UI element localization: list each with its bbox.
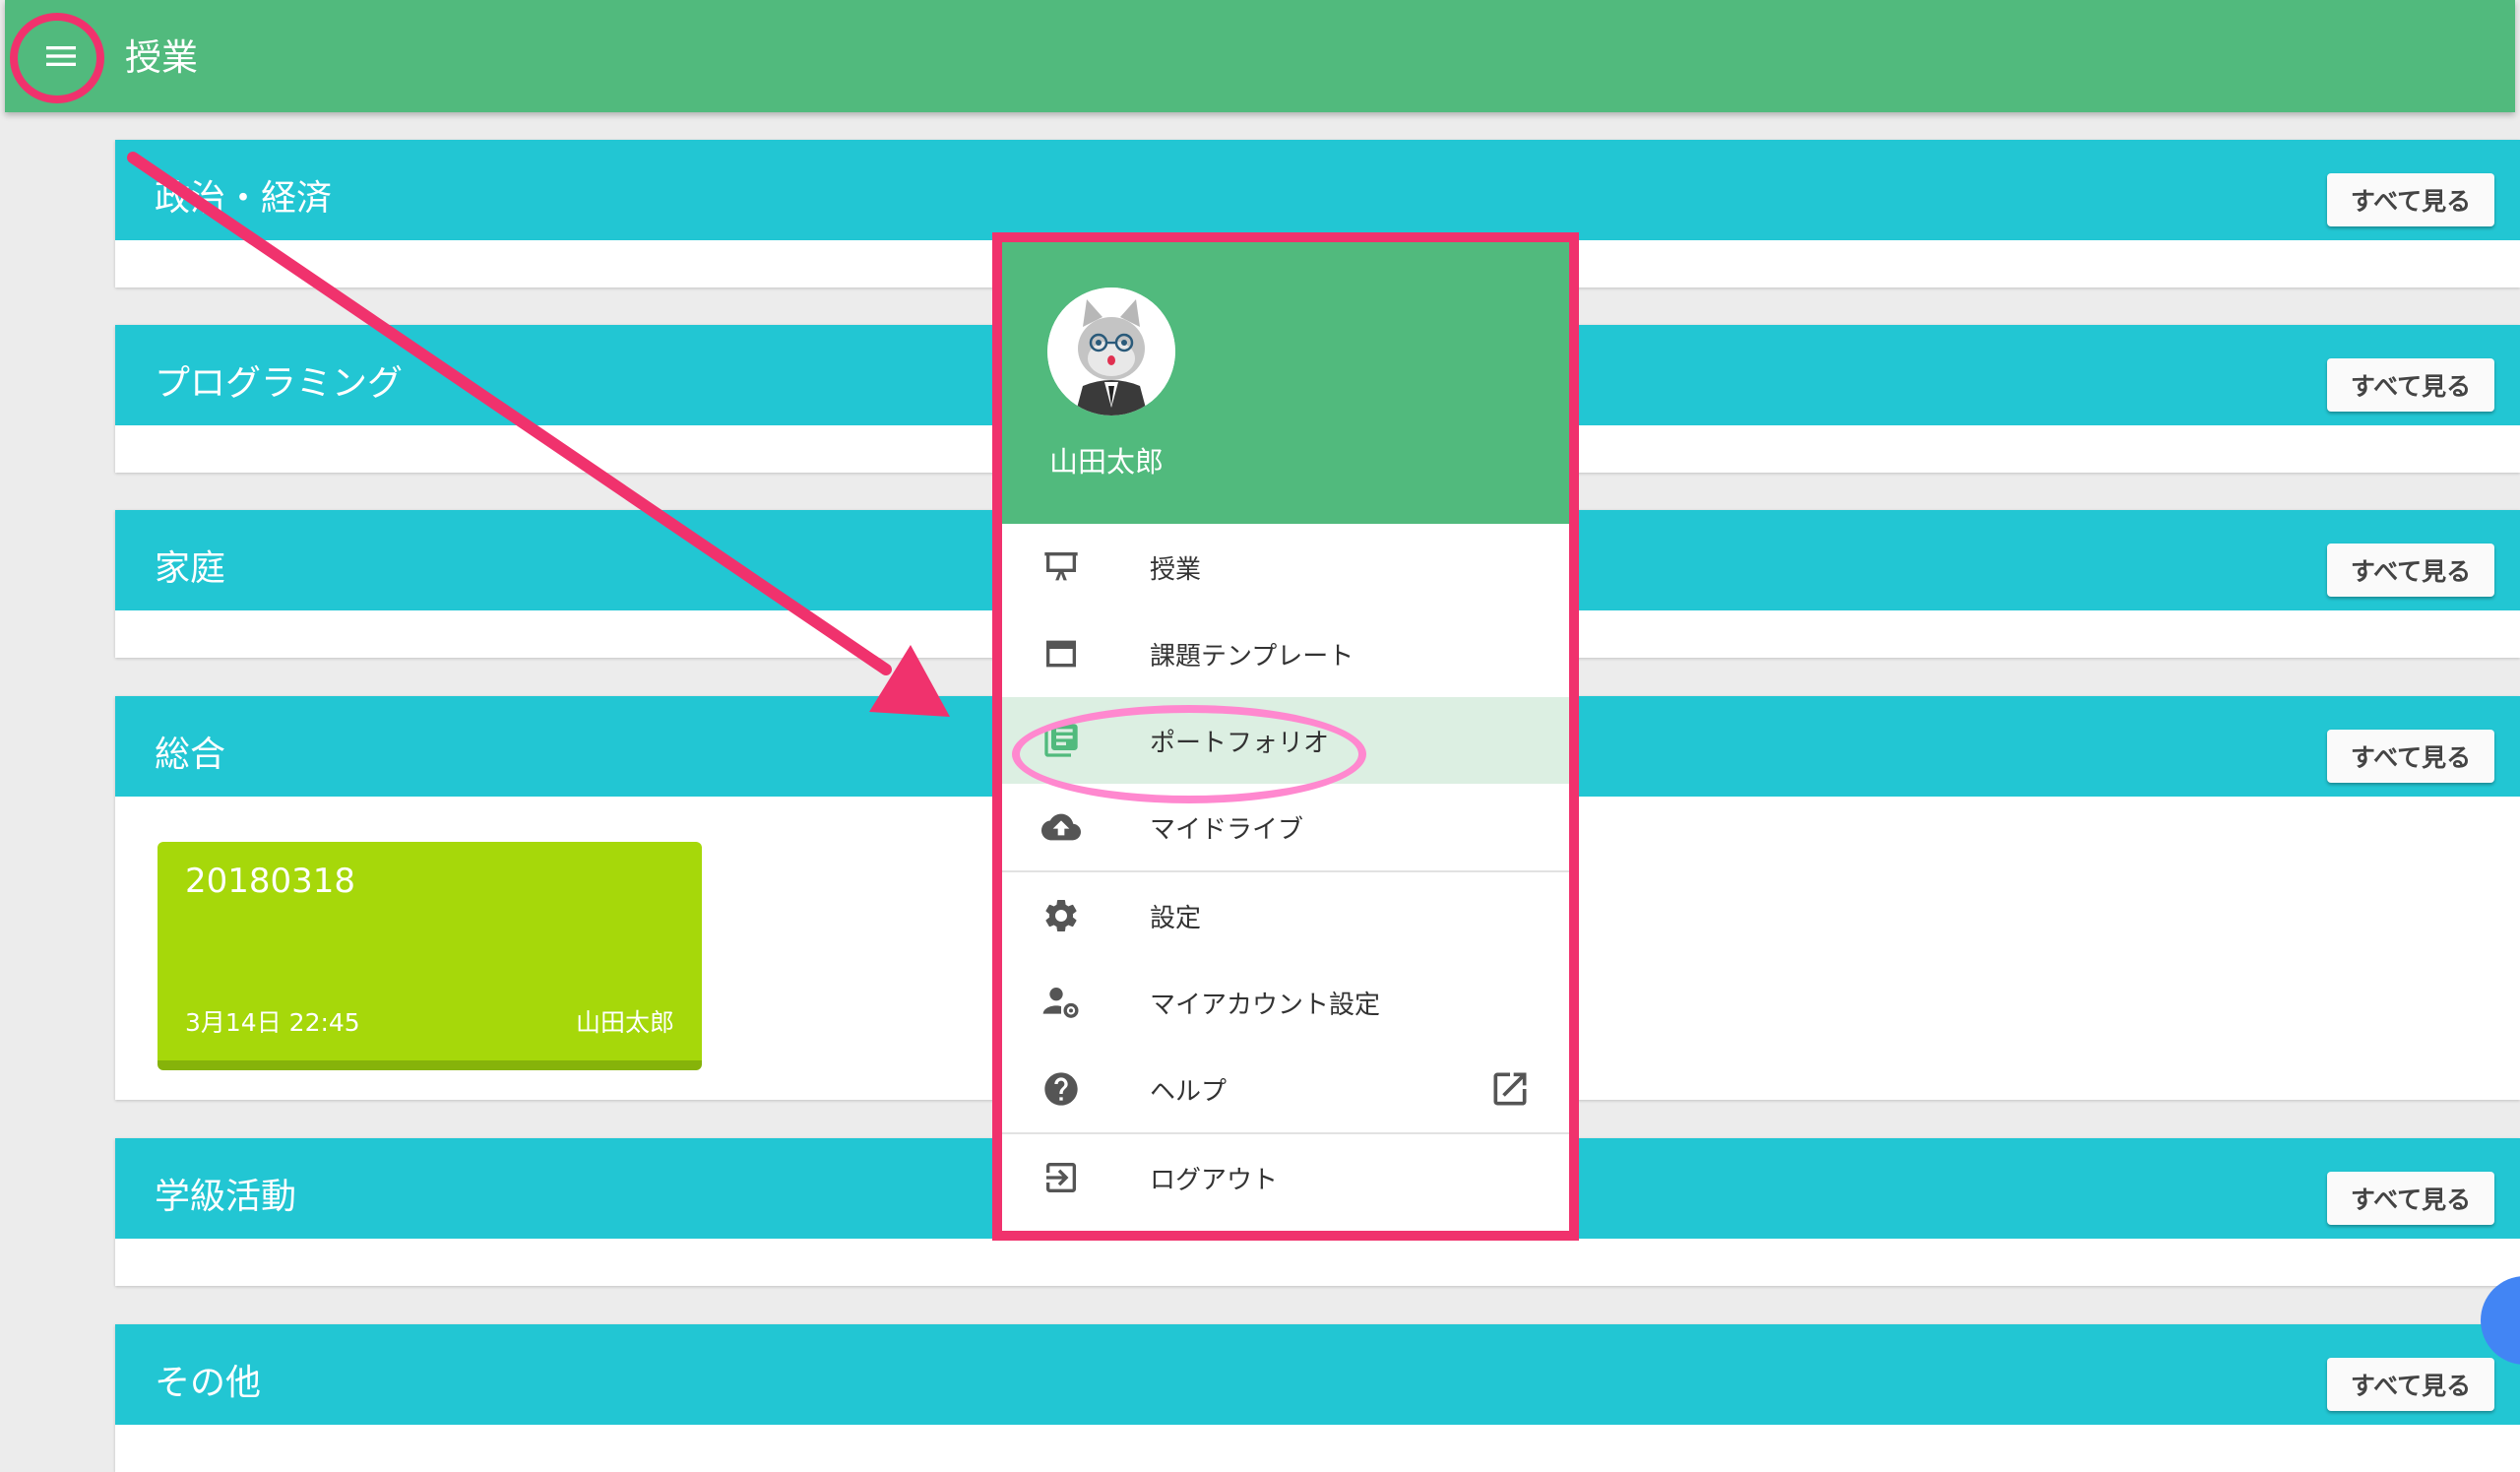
drawer-item-label: ログアウト [1150,1166,1279,1195]
view-all-button[interactable]: すべて見る [2327,358,2494,412]
section-title: 家庭 [155,548,226,589]
section-title: 学級活動 [155,1177,297,1217]
drawer-item-portfolio[interactable]: ポートフォリオ [1002,697,1569,803]
drawer-item-help[interactable]: ヘルプ [1002,1046,1569,1132]
drawer-item-label: ヘルプ [1150,1077,1228,1107]
drawer-item-my-drive[interactable]: マイドライブ [1002,784,1569,870]
section-title: 総合 [155,735,226,775]
open-in-new-icon [1488,1067,1532,1111]
menu-icon [46,46,76,66]
presentation-icon [1040,545,1083,589]
section-other: その他 すべて見る [115,1324,2520,1472]
drawer-item-classes[interactable]: 授業 [1002,524,1569,610]
account-settings-icon [1040,981,1083,1024]
section-title: 政治・経済 [155,178,333,219]
drawer-item-label: ポートフォリオ [1150,729,1330,758]
drawer-item-settings[interactable]: 設定 [1002,872,1569,959]
view-all-button[interactable]: すべて見る [2327,544,2494,597]
section-header: 政治・経済 すべて見る [115,140,2520,240]
drawer-item-label: 課題テンプレート [1150,642,1354,672]
card-author: 山田太郎 [575,1008,674,1037]
drawer-item-assignment-templates[interactable]: 課題テンプレート [1002,610,1569,697]
drawer-item-label: 設定 [1150,904,1202,933]
section-title: プログラミング [155,363,404,404]
navigation-drawer: 山田太郎 授業 課題テンプレート ポートフォリオ マイドライブ 設定 マイアカウ… [992,232,1579,1241]
drawer-item-label: マイドライブ [1150,815,1304,845]
drawer-item-label: 授業 [1150,555,1202,585]
template-icon [1040,632,1083,675]
card-date: 3月14日 22:45 [185,1008,360,1037]
user-name: 山田太郎 [1049,445,1165,479]
drawer-item-label: マイアカウント設定 [1150,991,1381,1020]
cat-avatar-icon [1047,288,1175,416]
app-bar: 授業 [5,0,2515,112]
section-title: その他 [155,1363,262,1403]
view-all-button[interactable]: すべて見る [2327,730,2494,783]
gear-icon [1040,894,1083,937]
view-all-button[interactable]: すべて見る [2327,1358,2494,1411]
drawer-item-logout[interactable]: ログアウト [1002,1134,1569,1221]
view-all-button[interactable]: すべて見る [2327,173,2494,226]
logout-icon [1040,1156,1083,1199]
card-title: 20180318 [185,862,356,901]
menu-button[interactable] [23,18,99,95]
drawer-item-account-settings[interactable]: マイアカウント設定 [1002,959,1569,1046]
library-books-icon [1040,719,1083,762]
help-icon [1040,1067,1083,1111]
avatar [1047,288,1175,416]
section-header: その他 すべて見る [115,1324,2520,1425]
page-title: 授業 [125,36,198,79]
class-card[interactable]: 20180318 3月14日 22:45 山田太郎 [158,842,702,1070]
drawer-header: 山田太郎 [1002,242,1569,524]
view-all-button[interactable]: すべて見る [2327,1172,2494,1225]
cloud-upload-icon [1040,805,1083,849]
